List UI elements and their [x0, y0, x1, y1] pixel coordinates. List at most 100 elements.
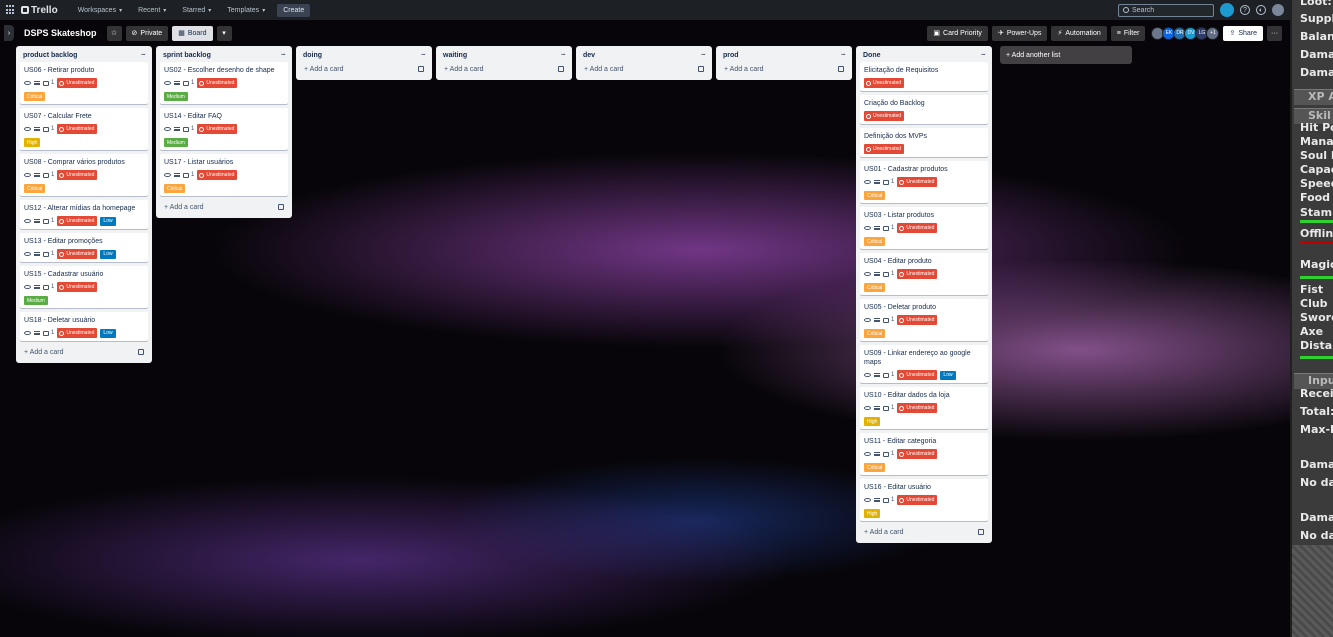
add-card-button[interactable]: + Add a card: [860, 525, 988, 539]
list-menu-icon[interactable]: ···: [421, 52, 426, 59]
board-menu-icon[interactable]: ···: [1267, 25, 1282, 41]
card-badges: 1 Unestimated Low: [24, 249, 144, 259]
sidebar-toggle-icon[interactable]: ›: [4, 25, 14, 41]
add-card-button[interactable]: + Add a card: [300, 62, 428, 76]
add-card-button[interactable]: + Add a card: [160, 200, 288, 214]
card[interactable]: US07 - Calcular Frete 1 Unestimated High: [20, 108, 148, 150]
list-menu-icon[interactable]: ···: [701, 52, 706, 59]
card[interactable]: US13 - Editar promoções 1 Unestimated Low: [20, 233, 148, 262]
estimate-badge: Unestimated: [897, 495, 938, 505]
more-members-badge[interactable]: +1: [1206, 26, 1220, 40]
app-switcher-icon[interactable]: [6, 5, 16, 15]
card-template-icon[interactable]: [838, 66, 844, 72]
trello-logo[interactable]: Trello: [21, 5, 58, 16]
templates-menu[interactable]: Templates ▾: [227, 7, 265, 14]
card[interactable]: Elicitação de Requisitos Unestimated: [860, 62, 988, 91]
atlassian-icon[interactable]: [1220, 3, 1234, 17]
starred-menu[interactable]: Starred ▾: [182, 7, 211, 14]
list-header[interactable]: Done ···: [860, 48, 988, 62]
card[interactable]: US02 - Escolher desenho de shape 1 Unestim…: [160, 62, 288, 104]
create-button[interactable]: Create: [277, 3, 311, 17]
card[interactable]: Definição dos MVPs Unestimated: [860, 128, 988, 157]
list-title[interactable]: dev: [583, 52, 595, 59]
workspaces-menu[interactable]: Workspaces ▾: [78, 7, 122, 14]
card-template-icon[interactable]: [418, 66, 424, 72]
card[interactable]: US10 - Editar dados da loja 1 Unestimated H…: [860, 387, 988, 429]
list-title[interactable]: product backlog: [23, 52, 77, 59]
add-card-button[interactable]: + Add a card: [580, 62, 708, 76]
star-icon[interactable]: ☆: [106, 25, 122, 41]
powerups-button[interactable]: ✈ Power-Ups: [991, 25, 1048, 41]
chevron-down-icon: ▾: [208, 7, 212, 14]
list-menu-icon[interactable]: ···: [141, 52, 146, 59]
description-icon: [874, 452, 880, 456]
list-menu-icon[interactable]: ···: [561, 52, 566, 59]
comment-badge: 1: [883, 317, 894, 323]
list-menu-icon[interactable]: ···: [281, 52, 286, 59]
board-view-button[interactable]: ▦ Board: [172, 25, 213, 41]
estimate-text: Unestimated: [906, 405, 935, 411]
card[interactable]: US16 - Editar usuário 1 Unestimated High: [860, 479, 988, 521]
visibility-button[interactable]: ⊘ Private: [125, 25, 169, 41]
card-template-icon[interactable]: [978, 529, 984, 535]
list-header[interactable]: dev ···: [580, 48, 708, 62]
card[interactable]: US15 - Cadastrar usuário 1 Unestimated Medi…: [20, 266, 148, 308]
recent-menu[interactable]: Recent ▾: [138, 7, 166, 14]
list-menu-icon[interactable]: ···: [841, 52, 846, 59]
card-title: Definição dos MVPs: [864, 133, 928, 140]
card[interactable]: US12 - Alterar mídias da homepage 1 Unesti…: [20, 200, 148, 229]
card[interactable]: US08 - Comprar vários produtos 1 Unestimat…: [20, 154, 148, 196]
help-icon[interactable]: ?: [1240, 5, 1250, 15]
card[interactable]: US06 - Retirar produto 1 Unestimated Critic…: [20, 62, 148, 104]
card-template-icon[interactable]: [558, 66, 564, 72]
automation-button[interactable]: ⚡ Automation: [1051, 25, 1107, 41]
account-avatar[interactable]: [1272, 4, 1284, 16]
card[interactable]: US14 - Editar FAQ 1 Unestimated Medium: [160, 108, 288, 150]
views-chevron-icon[interactable]: ▾: [216, 25, 232, 41]
card-template-icon[interactable]: [138, 349, 144, 355]
search-placeholder: Search: [1132, 6, 1155, 14]
skill-line: Speed: [1300, 177, 1333, 190]
card[interactable]: US05 - Deletar produto 1 Unestimated Critic…: [860, 299, 988, 341]
combat-line: Axe: [1300, 325, 1324, 338]
list-header[interactable]: waiting ···: [440, 48, 568, 62]
list-title[interactable]: doing: [303, 52, 322, 59]
list-title[interactable]: sprint backlog: [163, 52, 211, 59]
card-title: US04 - Editar produto: [864, 258, 932, 265]
add-card-label: + Add a card: [24, 348, 64, 356]
card[interactable]: US17 - Listar usuários 1 Unestimated Critic…: [160, 154, 288, 196]
filter-button[interactable]: ≡ Filter: [1110, 25, 1146, 41]
search-input[interactable]: Search: [1118, 3, 1214, 17]
card[interactable]: US03 - Listar produtos 1 Unestimated Critic…: [860, 207, 988, 249]
list-header[interactable]: product backlog ···: [20, 48, 148, 62]
card-template-icon[interactable]: [278, 204, 284, 210]
notifications-icon[interactable]: ◐: [1256, 5, 1266, 15]
board-members[interactable]: EK DR DV LG +1: [1151, 26, 1220, 40]
list-menu-icon[interactable]: ···: [981, 52, 986, 59]
list-title[interactable]: prod: [723, 52, 739, 59]
card[interactable]: US09 - Linkar endereço ao google maps 1 Un…: [860, 345, 988, 383]
add-card-button[interactable]: + Add a card: [20, 345, 148, 359]
card[interactable]: US01 - Cadastrar produtos 1 Unestimated Cri…: [860, 161, 988, 203]
trello-logo-text: Trello: [31, 4, 58, 16]
list-title[interactable]: waiting: [443, 52, 467, 59]
add-list-button[interactable]: + Add another list: [1000, 46, 1132, 64]
share-button[interactable]: ⇪ Share: [1223, 25, 1263, 41]
nodata-line: No da: [1300, 529, 1333, 542]
list-column: prod ··· + Add a card: [716, 46, 852, 80]
list-header[interactable]: doing ···: [300, 48, 428, 62]
card[interactable]: US11 - Editar categoria 1 Unestimated Criti…: [860, 433, 988, 475]
card[interactable]: Criação do Backlog Unestimated: [860, 95, 988, 124]
card-template-icon[interactable]: [698, 66, 704, 72]
list-header[interactable]: sprint backlog ···: [160, 48, 288, 62]
list-header[interactable]: prod ···: [720, 48, 848, 62]
add-card-button[interactable]: + Add a card: [440, 62, 568, 76]
card[interactable]: US18 - Deletar usuário 1 Unestimated Low: [20, 312, 148, 341]
card[interactable]: US04 - Editar produto 1 Unestimated Critica…: [860, 253, 988, 295]
estimate-text: Unestimated: [906, 372, 935, 378]
estimate-icon: [899, 497, 905, 503]
card-priority-button[interactable]: ▣ Card Priority: [927, 25, 988, 41]
board-title[interactable]: DSPS Skateshop: [24, 28, 97, 38]
list-title[interactable]: Done: [863, 52, 881, 59]
add-card-button[interactable]: + Add a card: [720, 62, 848, 76]
